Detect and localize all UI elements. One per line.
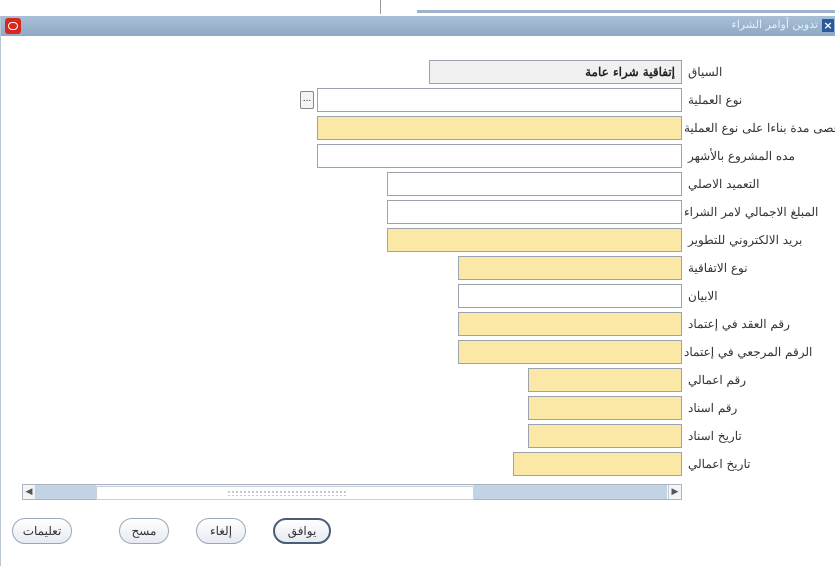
scroll-left-icon[interactable]: ◀ <box>23 485 36 499</box>
scroll-track-left[interactable] <box>36 485 96 499</box>
help-button[interactable]: تعليمات <box>12 518 72 544</box>
assignment-date-field[interactable] <box>528 424 682 448</box>
description-field[interactable] <box>458 284 682 308</box>
close-icon[interactable]: × <box>822 19 834 32</box>
scroll-right-icon[interactable]: ▶ <box>668 485 681 499</box>
form-row: رقم اعمالي <box>1 368 835 392</box>
contract-number-field[interactable] <box>458 312 682 336</box>
clear-button[interactable]: مسح <box>119 518 169 544</box>
form-row: مده المشروع بالأشهر <box>1 144 835 168</box>
form-row: بريد الالكتروني للتطوير <box>1 228 835 252</box>
business-number-field[interactable] <box>528 368 682 392</box>
context-label: السياق <box>688 65 723 79</box>
form-row-context: إتفاقية شراء عامة السياق <box>1 60 835 84</box>
description-label: الابيان <box>688 289 718 303</box>
contract-number-label: رقم العقد في إعتماد <box>688 317 790 331</box>
assignment-number-label: رقم اسناد <box>688 401 738 415</box>
reference-number-label: الرقم المرجعي في إعتماد <box>684 345 813 359</box>
dev-email-field[interactable] <box>387 228 682 252</box>
form-row: تاريخ اسناد <box>1 424 835 448</box>
horizontal-scrollbar[interactable]: ◀ ▶ <box>22 484 682 500</box>
oracle-logo-icon <box>5 18 21 34</box>
form-row: أقصى مدة بناءا على نوع العملية <box>1 116 835 140</box>
business-date-field[interactable] <box>513 452 682 476</box>
total-amount-field[interactable] <box>387 200 682 224</box>
title-bar: تدوين أوامر الشراء × <box>1 16 835 36</box>
form-row: رقم العقد في إعتماد <box>1 312 835 336</box>
agreement-type-label: نوع الاتفاقية <box>688 261 748 275</box>
form-row: ... نوع العملية <box>1 88 835 112</box>
dialog-window: تدوين أوامر الشراء × إتفاقية شراء عامة ا… <box>0 16 835 566</box>
cancel-button[interactable]: إلغاء <box>196 518 246 544</box>
project-duration-label: مده المشروع بالأشهر <box>688 149 795 163</box>
lov-button[interactable]: ... <box>300 91 314 109</box>
form-row: رقم اسناد <box>1 396 835 420</box>
form-row: نوع الاتفاقية <box>1 256 835 280</box>
ok-button[interactable]: يوافق <box>273 518 331 544</box>
operation-type-field[interactable] <box>317 88 682 112</box>
context-field[interactable]: إتفاقية شراء عامة <box>429 60 682 84</box>
assignment-number-field[interactable] <box>528 396 682 420</box>
reference-number-field[interactable] <box>458 340 682 364</box>
project-duration-field[interactable] <box>317 144 682 168</box>
scroll-thumb[interactable] <box>96 486 474 500</box>
agreement-type-field[interactable] <box>458 256 682 280</box>
assignment-date-label: تاريخ اسناد <box>688 429 742 443</box>
form-row: الابيان <box>1 284 835 308</box>
max-duration-field[interactable] <box>317 116 682 140</box>
window-title: تدوين أوامر الشراء <box>731 18 818 31</box>
max-duration-label: أقصى مدة بناءا على نوع العملية <box>684 121 835 135</box>
total-amount-label: المبلغ الاجمالي لامر الشراء <box>684 205 819 219</box>
form-row: تاريخ اعمالي <box>1 452 835 476</box>
scroll-track-right[interactable] <box>474 485 667 499</box>
form-row: التعميد الاصلي <box>1 172 835 196</box>
background-window-edge <box>380 0 835 14</box>
original-assignment-label: التعميد الاصلي <box>688 177 760 191</box>
form-row: المبلغ الاجمالي لامر الشراء <box>1 200 835 224</box>
operation-type-label: نوع العملية <box>688 93 743 107</box>
business-date-label: تاريخ اعمالي <box>688 457 751 471</box>
original-assignment-field[interactable] <box>387 172 682 196</box>
form-row: الرقم المرجعي في إعتماد <box>1 340 835 364</box>
business-number-label: رقم اعمالي <box>688 373 747 387</box>
dev-email-label: بريد الالكتروني للتطوير <box>688 233 803 247</box>
grip-icon <box>227 490 347 496</box>
